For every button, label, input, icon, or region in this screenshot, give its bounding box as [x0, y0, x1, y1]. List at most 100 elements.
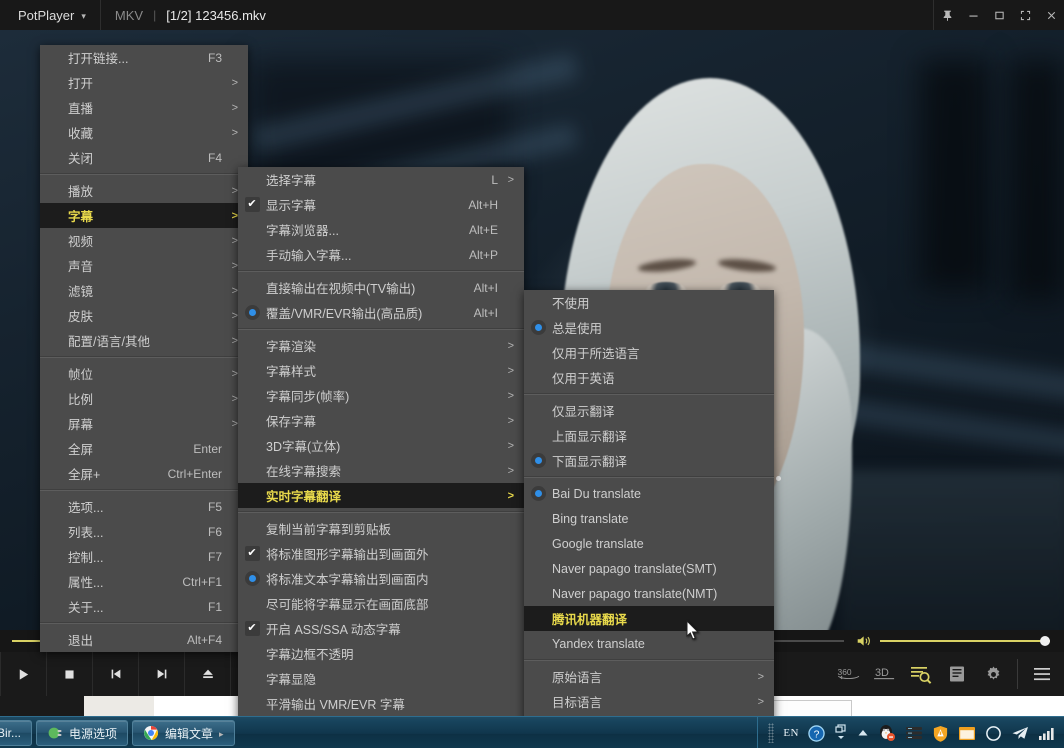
security-icon[interactable] — [932, 725, 949, 742]
menu-item[interactable]: ✔显示字幕Alt+H — [238, 192, 524, 217]
menu-item[interactable]: 皮肤> — [40, 303, 248, 328]
taskbar-item-edit-article[interactable]: 编辑文章 ▸ — [132, 720, 235, 746]
menu-item[interactable]: Bing translate — [524, 506, 774, 531]
subtitle-search-icon[interactable] — [903, 652, 939, 696]
menu-item[interactable]: 总是使用 — [524, 315, 774, 340]
menu-item[interactable]: 复制当前字幕到剪贴板 — [238, 516, 524, 541]
chevron-down-icon[interactable]: ▾ — [81, 11, 86, 22]
menu-item[interactable]: ✔开启 ASS/SSA 动态字幕 — [238, 616, 524, 641]
eject-button[interactable] — [185, 652, 231, 696]
3d-video-icon[interactable]: 3D — [867, 652, 903, 696]
menu-item[interactable]: 字幕显隐 — [238, 666, 524, 691]
window-icon[interactable] — [958, 726, 976, 741]
menu-item[interactable]: Naver papago translate(NMT) — [524, 581, 774, 606]
menu-item[interactable]: 滤镜> — [40, 278, 248, 303]
menu-item[interactable]: 全屏Enter — [40, 436, 248, 461]
menu-item[interactable]: 收藏> — [40, 120, 248, 145]
menu-item[interactable]: 比例> — [40, 386, 248, 411]
realtime-translate-submenu[interactable]: 不使用总是使用仅用于所选语言仅用于英语仅显示翻译上面显示翻译下面显示翻译 Bai … — [524, 290, 774, 747]
menu-item[interactable]: 视频> — [40, 228, 248, 253]
menu-item[interactable]: 不使用 — [524, 290, 774, 315]
network-icon[interactable] — [905, 725, 923, 741]
menu-item[interactable]: 直播> — [40, 95, 248, 120]
help-icon[interactable]: ? — [808, 725, 825, 742]
menu-item[interactable]: 退出Alt+F4 — [40, 627, 248, 652]
menu-item[interactable]: Naver papago translate(SMT) — [524, 556, 774, 581]
volume-handle[interactable] — [1040, 636, 1050, 646]
menu-item[interactable]: 直接输出在视频中(TV输出)Alt+I — [238, 275, 524, 300]
menu-item[interactable]: 配置/语言/其他> — [40, 328, 248, 353]
menu-item[interactable]: 原始语言> — [524, 664, 774, 689]
menu-item[interactable]: 保存字幕> — [238, 408, 524, 433]
menu-item[interactable]: ✔将标准图形字幕输出到画面外 — [238, 541, 524, 566]
menu-item[interactable]: 选项...F5 — [40, 494, 248, 519]
menu-item[interactable]: 目标语言> — [524, 689, 774, 714]
menu-item[interactable]: 字幕同步(帧率)> — [238, 383, 524, 408]
menu-item[interactable]: 属性...Ctrl+F1 — [40, 569, 248, 594]
menu-item[interactable]: 手动输入字幕...Alt+P — [238, 242, 524, 267]
menu-item[interactable]: 选择字幕L> — [238, 167, 524, 192]
menu-item[interactable]: 声音> — [40, 253, 248, 278]
volume-slider[interactable] — [880, 635, 1050, 647]
menu-item[interactable]: 屏幕> — [40, 411, 248, 436]
menu-item[interactable]: 字幕样式> — [238, 358, 524, 383]
qq-icon[interactable] — [878, 724, 896, 742]
menu-item[interactable]: 打开> — [40, 70, 248, 95]
menu-item[interactable]: 尽可能将字幕显示在画面底部 — [238, 591, 524, 616]
menu-item[interactable]: 仅用于英语 — [524, 365, 774, 390]
menu-item[interactable]: 平滑输出 VMR/EVR 字幕 — [238, 691, 524, 716]
menu-item[interactable]: 仅用于所选语言 — [524, 340, 774, 365]
menu-item[interactable]: 上面显示翻译 — [524, 423, 774, 448]
menu-item[interactable]: 关闭F4 — [40, 145, 248, 170]
show-hidden-icons-icon[interactable] — [834, 724, 848, 742]
minimize-button[interactable] — [960, 0, 986, 30]
telegram-icon[interactable] — [1011, 725, 1029, 741]
menu-item[interactable]: 腾讯机器翻译 — [524, 606, 774, 631]
menu-item[interactable]: 字幕渲染> — [238, 333, 524, 358]
app-menu-button[interactable]: PotPlayer ▾ — [0, 0, 100, 30]
signal-icon[interactable] — [1038, 726, 1056, 741]
volume-control[interactable] — [856, 634, 1064, 648]
subtitle-submenu[interactable]: 选择字幕L>✔显示字幕Alt+H字幕浏览器...Alt+E手动输入字幕...Al… — [238, 167, 524, 748]
menu-item[interactable]: 覆盖/VMR/EVR输出(高品质)Alt+I — [238, 300, 524, 325]
close-button[interactable] — [1038, 0, 1064, 30]
menu-item[interactable]: Yandex translate — [524, 631, 774, 656]
menu-item[interactable]: Bai Du translate — [524, 481, 774, 506]
menu-item[interactable]: 关于...F1 — [40, 594, 248, 619]
taskbar-item-bir[interactable]: Bir... — [0, 720, 32, 746]
stop-button[interactable] — [47, 652, 93, 696]
fullscreen-button[interactable] — [1012, 0, 1038, 30]
pin-on-top-button[interactable] — [934, 0, 960, 30]
language-indicator[interactable]: EN — [783, 727, 799, 739]
menu-item[interactable]: 列表...F6 — [40, 519, 248, 544]
menu-item[interactable]: 3D字幕(立体)> — [238, 433, 524, 458]
speaker-icon — [856, 634, 873, 648]
menu-item[interactable]: 在线字幕搜索> — [238, 458, 524, 483]
menu-item[interactable]: 播放> — [40, 178, 248, 203]
next-button[interactable] — [139, 652, 185, 696]
tray-grip[interactable] — [768, 723, 774, 743]
maximize-button[interactable] — [986, 0, 1012, 30]
gear-icon[interactable] — [975, 652, 1011, 696]
menu-item[interactable]: Google translate — [524, 531, 774, 556]
360-video-icon[interactable]: 360 — [831, 652, 867, 696]
menu-item[interactable]: 打开链接...F3 — [40, 45, 248, 70]
menu-item[interactable]: 仅显示翻译 — [524, 398, 774, 423]
chevron-up-icon[interactable] — [857, 728, 869, 738]
menu-item[interactable]: 将标准文本字幕输出到画面内 — [238, 566, 524, 591]
menu-item[interactable]: 下面显示翻译 — [524, 448, 774, 473]
previous-button[interactable] — [93, 652, 139, 696]
menu-item[interactable]: 全屏+Ctrl+Enter — [40, 461, 248, 486]
menu-item[interactable]: 字幕> — [40, 203, 248, 228]
main-menu-icon[interactable] — [1024, 652, 1060, 696]
main-context-menu[interactable]: 打开链接...F3打开>直播>收藏>关闭F4 播放>字幕>视频>声音>滤镜>皮肤>… — [40, 45, 248, 652]
playlist-icon[interactable] — [939, 652, 975, 696]
menu-item[interactable]: 字幕浏览器...Alt+E — [238, 217, 524, 242]
menu-item[interactable]: 实时字幕翻译> — [238, 483, 524, 508]
taskbar-item-power-options[interactable]: 电源选项 — [36, 720, 128, 746]
menu-item[interactable]: 控制...F7 — [40, 544, 248, 569]
menu-item[interactable]: 帧位> — [40, 361, 248, 386]
circle-icon[interactable] — [985, 725, 1002, 742]
menu-item[interactable]: 字幕边框不透明 — [238, 641, 524, 666]
play-button[interactable] — [0, 652, 47, 696]
